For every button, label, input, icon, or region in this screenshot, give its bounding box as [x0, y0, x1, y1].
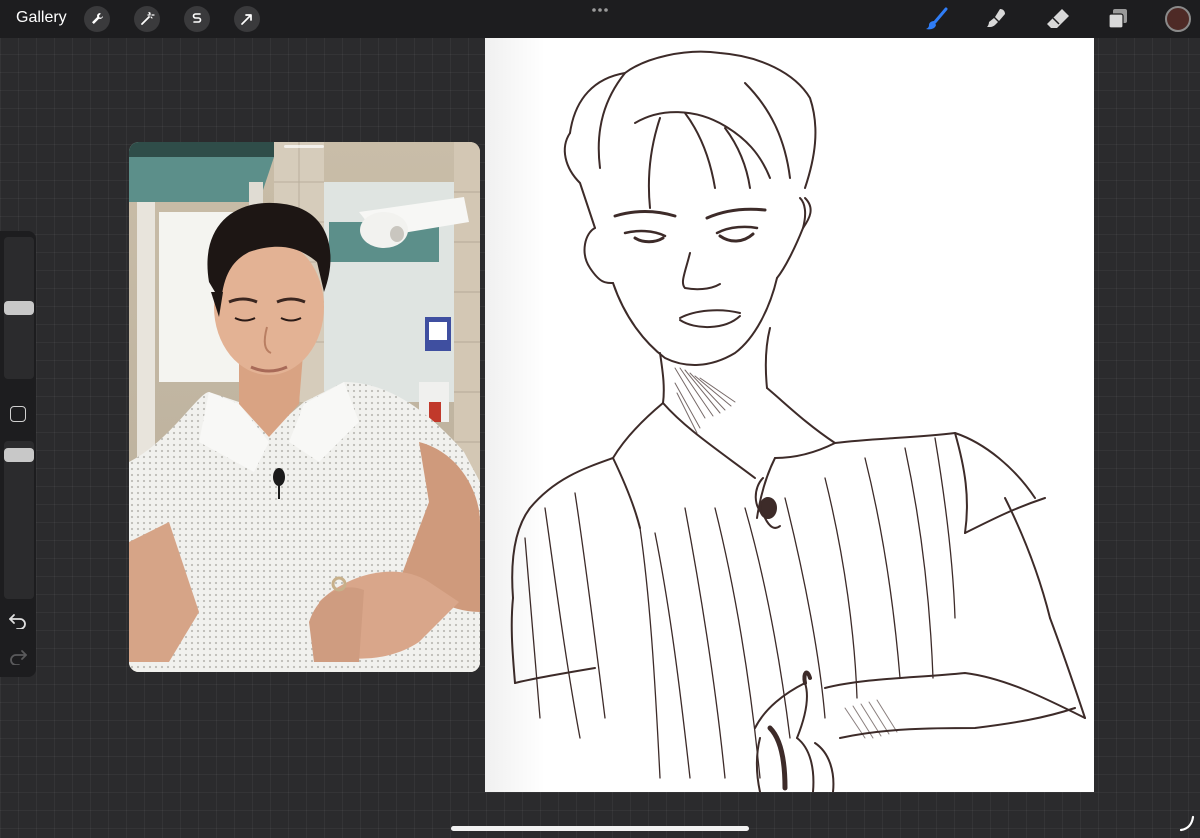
drawing-canvas[interactable] [485, 38, 1094, 793]
eraser-icon[interactable] [1045, 6, 1071, 32]
left-sidebar [0, 231, 36, 677]
reference-grab-handle[interactable] [284, 145, 324, 148]
home-indicator[interactable] [451, 826, 749, 831]
selection-s-icon[interactable] [184, 6, 210, 32]
transform-arrow-icon[interactable] [234, 6, 260, 32]
reference-photo [129, 142, 480, 672]
brush-icon[interactable] [924, 6, 950, 32]
reference-window[interactable] [129, 142, 480, 672]
more-dots-icon[interactable] [590, 3, 610, 17]
opacity-slider[interactable] [4, 441, 34, 599]
canvas-edge-shadow [485, 38, 545, 792]
wrench-icon[interactable] [84, 6, 110, 32]
smudge-icon[interactable] [984, 6, 1010, 32]
layers-icon[interactable] [1105, 6, 1131, 32]
brush-size-handle[interactable] [4, 301, 34, 315]
opacity-handle[interactable] [4, 448, 34, 463]
top-toolbar: Gallery [0, 0, 1200, 38]
magic-wand-icon[interactable] [134, 6, 160, 32]
color-picker-swatch[interactable] [1165, 6, 1191, 32]
modify-button[interactable] [10, 406, 26, 422]
sketch-artwork [510, 50, 1086, 793]
undo-icon[interactable] [8, 611, 28, 629]
redo-icon[interactable] [8, 647, 28, 665]
gallery-button[interactable]: Gallery [16, 9, 67, 27]
quick-menu-icon[interactable] [1178, 814, 1196, 832]
